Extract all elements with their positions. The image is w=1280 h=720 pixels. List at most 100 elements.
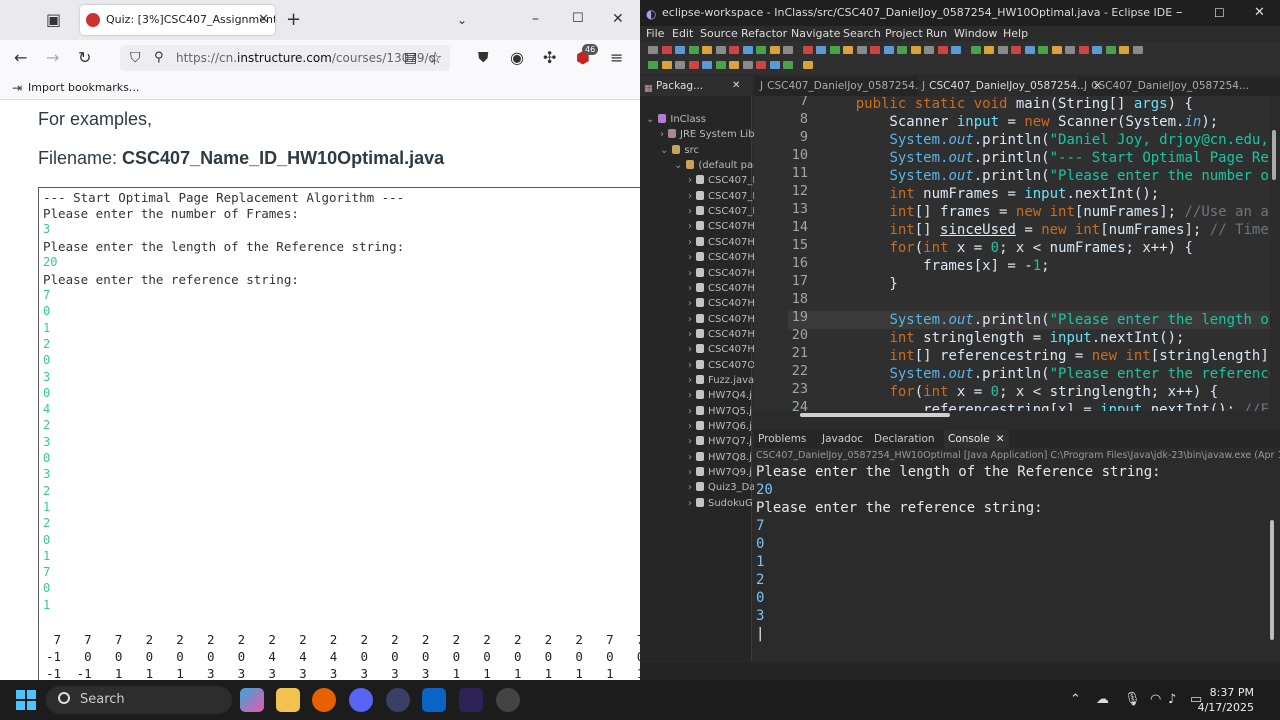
toolbar-icon[interactable]: [688, 61, 699, 69]
file-explorer-icon[interactable]: [276, 688, 300, 712]
expand-arrow-icon[interactable]: ›: [688, 298, 692, 309]
package-item[interactable]: › CSC407H: [688, 298, 755, 309]
toolbar-icon[interactable]: [1119, 46, 1129, 54]
package-item[interactable]: › CSC407H: [688, 313, 755, 325]
microphone-icon[interactable]: 🎙: [1124, 692, 1141, 708]
toolbar-icon[interactable]: [1105, 46, 1116, 54]
code-editor[interactable]: 7 8 9 10 11 12 13 14 15 16 17 18 19 20 21 22 23 24 public…: [754, 96, 1270, 411]
firefox-icon[interactable]: [312, 688, 336, 712]
expand-arrow-icon[interactable]: ›: [688, 436, 692, 447]
toolbar-icon[interactable]: [648, 61, 658, 69]
shield-icon[interactable]: ⛉: [130, 50, 141, 66]
toolbar-icon[interactable]: [661, 46, 672, 54]
package-item[interactable]: › HW7Q6.j: [688, 421, 752, 432]
toolbar-icon[interactable]: [675, 46, 685, 54]
toolbar-icon[interactable]: [756, 46, 766, 54]
toolbar-icon[interactable]: [675, 61, 685, 69]
expand-arrow-icon[interactable]: ›: [688, 498, 692, 509]
expand-arrow-icon[interactable]: ›: [688, 467, 692, 478]
expand-arrow-icon[interactable]: ⌄: [674, 160, 682, 171]
package-item[interactable]: › CSC407O: [688, 359, 755, 371]
package-item[interactable]: › CSC407H: [688, 328, 755, 340]
toolbar-icon[interactable]: [1132, 46, 1143, 54]
toolbar-icon[interactable]: [648, 46, 658, 54]
pocket-icon[interactable]: ⛊: [478, 50, 489, 66]
toolbar-icon[interactable]: [924, 46, 934, 54]
back-icon[interactable]: ←: [14, 50, 27, 66]
toolbar-icon[interactable]: [702, 61, 712, 69]
close-view-icon[interactable]: ✕: [732, 76, 740, 96]
toolbar-icon[interactable]: [1065, 46, 1075, 54]
expand-arrow-icon[interactable]: ›: [688, 390, 692, 401]
toolbar-icon[interactable]: [715, 46, 726, 54]
expand-arrow-icon[interactable]: ›: [688, 421, 692, 432]
menu-navigate[interactable]: Navigate: [791, 26, 840, 42]
extensions-icon[interactable]: ✣: [543, 50, 556, 66]
expand-arrow-icon[interactable]: ›: [688, 452, 692, 463]
toolbar-icon[interactable]: [715, 61, 726, 69]
close-window-icon[interactable]: ✕: [1254, 5, 1265, 21]
reload-icon[interactable]: ↻: [78, 50, 91, 66]
expand-arrow-icon[interactable]: ›: [688, 344, 692, 355]
menu-help[interactable]: Help: [1003, 26, 1028, 42]
menu-search[interactable]: Search: [843, 26, 881, 42]
menu-refactor[interactable]: Refactor: [741, 26, 787, 42]
toolbar-icon[interactable]: [870, 46, 880, 54]
menu-window[interactable]: Window: [954, 26, 997, 42]
package-item[interactable]: › SudokuG: [688, 497, 753, 509]
minimize-icon[interactable]: –: [532, 11, 539, 27]
editor-tab[interactable]: J CSC407_DanielJoy_0587254... ✕: [918, 76, 1102, 96]
expand-arrow-icon[interactable]: ›: [688, 268, 692, 279]
package-item[interactable]: › HW7Q9.j: [688, 467, 752, 478]
toolbar-icon[interactable]: [1078, 46, 1089, 54]
expand-arrow-icon[interactable]: ›: [688, 206, 692, 217]
declaration-tab[interactable]: Declaration: [874, 430, 935, 448]
toolbar-icon[interactable]: [756, 61, 766, 69]
star-icon[interactable]: ☆: [428, 50, 442, 66]
start-button[interactable]: [16, 690, 36, 710]
package-item[interactable]: › CSC407_D: [688, 206, 760, 217]
javadoc-tab[interactable]: Javadoc: [822, 430, 863, 448]
toolbar-icon[interactable]: [951, 46, 961, 54]
toolbar-icon[interactable]: [783, 61, 793, 69]
toolbar-icon[interactable]: [742, 61, 753, 69]
package-item[interactable]: › CSC407_D: [688, 190, 760, 202]
copilot-icon[interactable]: [240, 688, 264, 712]
toolbar-icon[interactable]: [843, 46, 853, 54]
expand-arrow-icon[interactable]: ›: [688, 329, 692, 340]
chevron-up-icon[interactable]: ⌃: [1070, 692, 1081, 708]
wifi-icon[interactable]: ◠: [1150, 692, 1161, 708]
taskbar-search[interactable]: Search: [46, 686, 232, 714]
menu-source[interactable]: Source: [700, 26, 738, 42]
onedrive-icon[interactable]: ☁: [1096, 692, 1109, 708]
toolbar-icon[interactable]: [769, 46, 780, 54]
expand-arrow-icon[interactable]: ›: [688, 314, 692, 325]
package-item[interactable]: › CSC407H: [688, 252, 755, 263]
toolbar-icon[interactable]: [897, 46, 907, 54]
eclipse-taskbar-icon[interactable]: [459, 688, 483, 712]
chevron-down-icon[interactable]: ⌄: [457, 12, 467, 28]
toolbar-icon[interactable]: [856, 46, 867, 54]
toolbar-icon[interactable]: [997, 46, 1008, 54]
toolbar-icon[interactable]: [742, 46, 753, 54]
editor-horizontal-scrollbar[interactable]: [800, 413, 950, 417]
package-item[interactable]: › JRE System Libr: [660, 129, 759, 140]
toolbar-icon[interactable]: [802, 61, 813, 69]
editor-tab[interactable]: J CSC407_DanielJoy_0587254...: [756, 76, 925, 96]
toolbar-icon[interactable]: [1051, 46, 1062, 54]
package-item[interactable]: › CSC407H: [688, 267, 755, 279]
toolbar-icon[interactable]: [688, 46, 699, 54]
maximize-icon[interactable]: ☐: [572, 11, 584, 27]
console-scrollbar[interactable]: [1270, 520, 1274, 640]
minimize-icon[interactable]: –: [1176, 5, 1183, 21]
expand-arrow-icon[interactable]: ›: [688, 237, 692, 248]
expand-arrow-icon[interactable]: ›: [688, 406, 692, 417]
toolbar-icon[interactable]: [984, 46, 994, 54]
expand-arrow-icon[interactable]: ›: [688, 283, 692, 294]
package-item[interactable]: › HW7Q7.j: [688, 436, 752, 447]
new-tab-icon[interactable]: +: [286, 11, 301, 29]
tab-quiz[interactable]: Quiz: [3%]CSC407_Assignment_10 ✕: [80, 5, 275, 35]
tab-list-icon[interactable]: ▣: [46, 12, 61, 28]
expand-arrow-icon[interactable]: ›: [660, 129, 664, 140]
forward-icon[interactable]: →: [46, 50, 59, 66]
